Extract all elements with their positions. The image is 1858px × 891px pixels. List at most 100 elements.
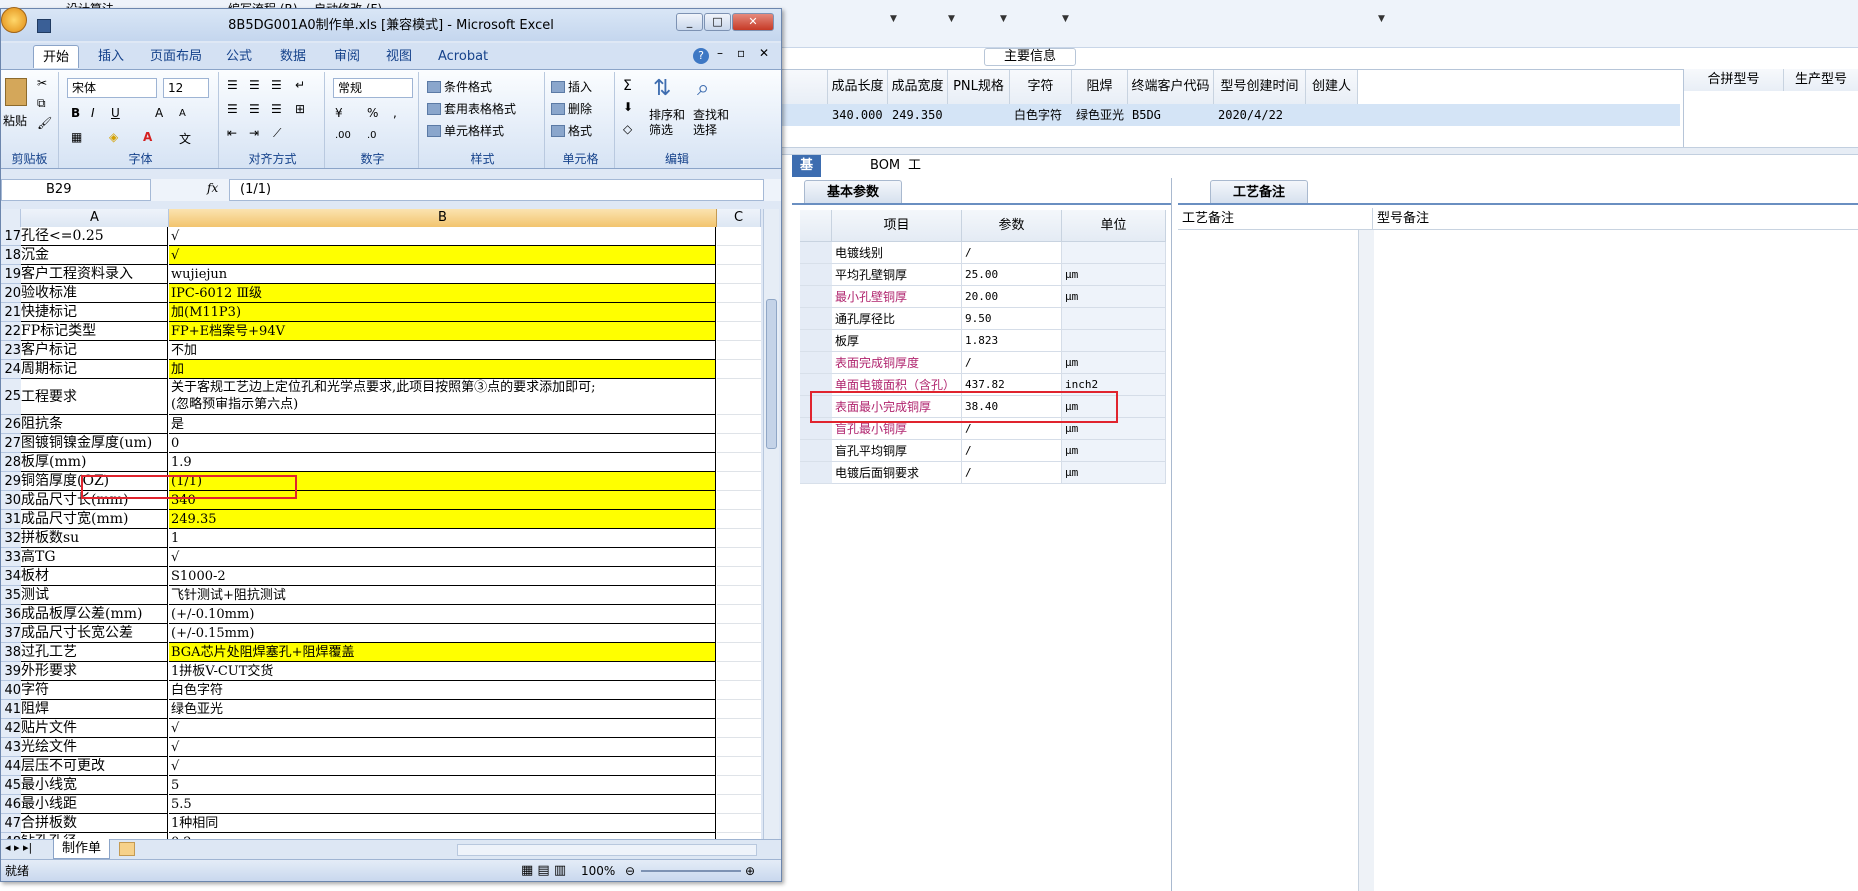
cell-b[interactable]: S1000-2 xyxy=(169,567,716,586)
param-value[interactable]: 1.823 xyxy=(962,330,1062,352)
border-icon[interactable]: ▦ xyxy=(71,130,82,144)
column-header-b[interactable]: B xyxy=(169,209,717,227)
view-normal-icon[interactable]: ▦ ▤ ▥ xyxy=(521,860,566,882)
row-number[interactable]: 31 xyxy=(1,510,21,529)
cell-a[interactable]: 字符 xyxy=(21,681,168,700)
tab-review[interactable]: 审阅 xyxy=(325,45,369,68)
zoom-in-icon[interactable]: ⊕ xyxy=(745,860,755,882)
ribbon-minimize-icon[interactable]: – xyxy=(717,46,723,60)
percent-icon[interactable]: % xyxy=(367,106,378,120)
zoom-slider[interactable] xyxy=(641,870,741,872)
horizontal-scrollbar[interactable] xyxy=(457,844,757,856)
cell-b[interactable]: 不加 xyxy=(169,341,716,360)
fill-icon[interactable]: ⬇ xyxy=(623,100,633,114)
cell-c[interactable] xyxy=(717,491,761,510)
cell-a[interactable]: 层压不可更改 xyxy=(21,757,168,776)
cell-a[interactable]: 阻焊 xyxy=(21,700,168,719)
formula-input[interactable]: (1/1) xyxy=(229,179,764,201)
find-select-button[interactable]: 查找和 选择 xyxy=(693,108,729,138)
cell-c[interactable] xyxy=(717,776,761,795)
cell-a[interactable]: 最小线距 xyxy=(21,795,168,814)
italic-icon[interactable]: I xyxy=(91,106,95,120)
cell-style-button[interactable]: 单元格样式 xyxy=(427,122,504,139)
pane-title[interactable]: 工艺备注 xyxy=(1210,180,1309,204)
row-number[interactable]: 43 xyxy=(1,738,21,757)
cell-a[interactable]: 孔径<=0.25 xyxy=(21,227,168,246)
copy-icon[interactable]: ⧉ xyxy=(37,96,46,111)
cell-a[interactable]: 成品尺寸宽(mm) xyxy=(21,510,168,529)
cell-b[interactable]: 1.9 xyxy=(169,453,716,472)
cell-c[interactable] xyxy=(717,341,761,360)
align-left-icon[interactable]: ☰ xyxy=(227,102,238,116)
merge-center-icon[interactable]: ⊞ xyxy=(295,102,305,116)
find-icon[interactable]: ⌕ xyxy=(697,76,709,101)
close-workbook-icon[interactable]: ✕ xyxy=(759,46,769,60)
grid-header[interactable]: 阻焊 xyxy=(1072,70,1128,104)
cell-c[interactable] xyxy=(717,472,761,491)
fx-icon[interactable]: fx xyxy=(207,181,218,195)
cell-b[interactable]: √ xyxy=(169,757,716,776)
name-box[interactable]: B29 xyxy=(1,179,151,201)
cell-c[interactable] xyxy=(717,529,761,548)
row-number[interactable]: 38 xyxy=(1,643,21,662)
sort-filter-button[interactable]: 排序和 筛选 xyxy=(649,108,685,138)
cell-a[interactable]: 板材 xyxy=(21,567,168,586)
dropdown-arrow-icon[interactable]: ▼ xyxy=(890,14,897,24)
select-all-corner[interactable] xyxy=(1,209,21,227)
param-row[interactable]: 盲孔平均铜厚 / μm xyxy=(800,440,1166,462)
cell-a[interactable]: 客户标记 xyxy=(21,341,168,360)
cell-a[interactable]: 验收标准 xyxy=(21,284,168,303)
tab-acrobat[interactable]: Acrobat xyxy=(429,45,497,68)
cell-b[interactable]: (+/-0.10mm) xyxy=(169,605,716,624)
dropdown-arrow-icon[interactable]: ▼ xyxy=(1062,14,1069,24)
cut-icon[interactable]: ✂ xyxy=(37,76,47,90)
row-selector[interactable] xyxy=(800,440,832,462)
cell-c[interactable] xyxy=(717,586,761,605)
row-number[interactable]: 45 xyxy=(1,776,21,795)
office-button-icon[interactable] xyxy=(1,7,27,33)
column-header[interactable]: 参数 xyxy=(962,210,1062,242)
cell-b[interactable]: 249.35 xyxy=(169,510,716,529)
cell-c[interactable] xyxy=(717,322,761,341)
row-number[interactable]: 46 xyxy=(1,795,21,814)
grid-header[interactable]: 合拼型号 xyxy=(1684,69,1784,91)
cell-c[interactable] xyxy=(717,434,761,453)
table-format-button[interactable]: 套用表格格式 xyxy=(427,100,516,117)
cell-a[interactable]: 沉金 xyxy=(21,246,168,265)
number-format-select[interactable]: 常规 xyxy=(333,78,413,98)
cell-c[interactable] xyxy=(717,379,761,415)
param-row[interactable]: 表面完成铜厚度 / μm xyxy=(800,352,1166,374)
cell-c[interactable] xyxy=(717,227,761,246)
param-row[interactable]: 电镀后面铜要求 / μm xyxy=(800,462,1166,484)
insert-button[interactable]: 插入 xyxy=(551,78,592,95)
cell-b[interactable]: FP+E档案号+94V xyxy=(169,322,716,341)
row-number[interactable]: 23 xyxy=(1,341,21,360)
cell-b[interactable]: wujiejun xyxy=(169,265,716,284)
grid-cell[interactable]: 绿色亚光 xyxy=(1072,104,1128,126)
zoom-level[interactable]: 100% xyxy=(581,860,615,882)
grid-cell[interactable]: 340.000 xyxy=(828,104,888,126)
grid-header[interactable]: 生产型号 xyxy=(1784,69,1858,91)
column-header-a[interactable]: A xyxy=(21,209,169,227)
tab-work-hours[interactable]: 工时 xyxy=(900,155,929,195)
cell-c[interactable] xyxy=(717,814,761,833)
grid-header[interactable]: 终端客户代码 xyxy=(1128,70,1214,104)
minimize-button[interactable]: _ xyxy=(676,13,703,31)
tab-view[interactable]: 视图 xyxy=(377,45,421,68)
row-selector[interactable] xyxy=(800,264,832,286)
row-number[interactable]: 28 xyxy=(1,453,21,472)
row-number[interactable]: 37 xyxy=(1,624,21,643)
dropdown-arrow-icon[interactable]: ▼ xyxy=(1000,14,1007,24)
splitter[interactable] xyxy=(768,147,1858,155)
tab-page-layout[interactable]: 页面布局 xyxy=(141,45,211,68)
sheet-nav-icon[interactable]: ◂ ▸ ▸| xyxy=(5,841,32,854)
row-number[interactable]: 26 xyxy=(1,415,21,434)
cell-c[interactable] xyxy=(717,643,761,662)
param-value[interactable]: / xyxy=(962,352,1062,374)
wrap-text-icon[interactable]: ↵ xyxy=(295,78,305,92)
grid-header[interactable]: 成品长度 xyxy=(828,70,888,104)
zoom-out-icon[interactable]: ⊖ xyxy=(625,860,635,882)
row-number[interactable]: 21 xyxy=(1,303,21,322)
cell-c[interactable] xyxy=(717,284,761,303)
column-header[interactable]: 单位 xyxy=(1062,210,1166,242)
